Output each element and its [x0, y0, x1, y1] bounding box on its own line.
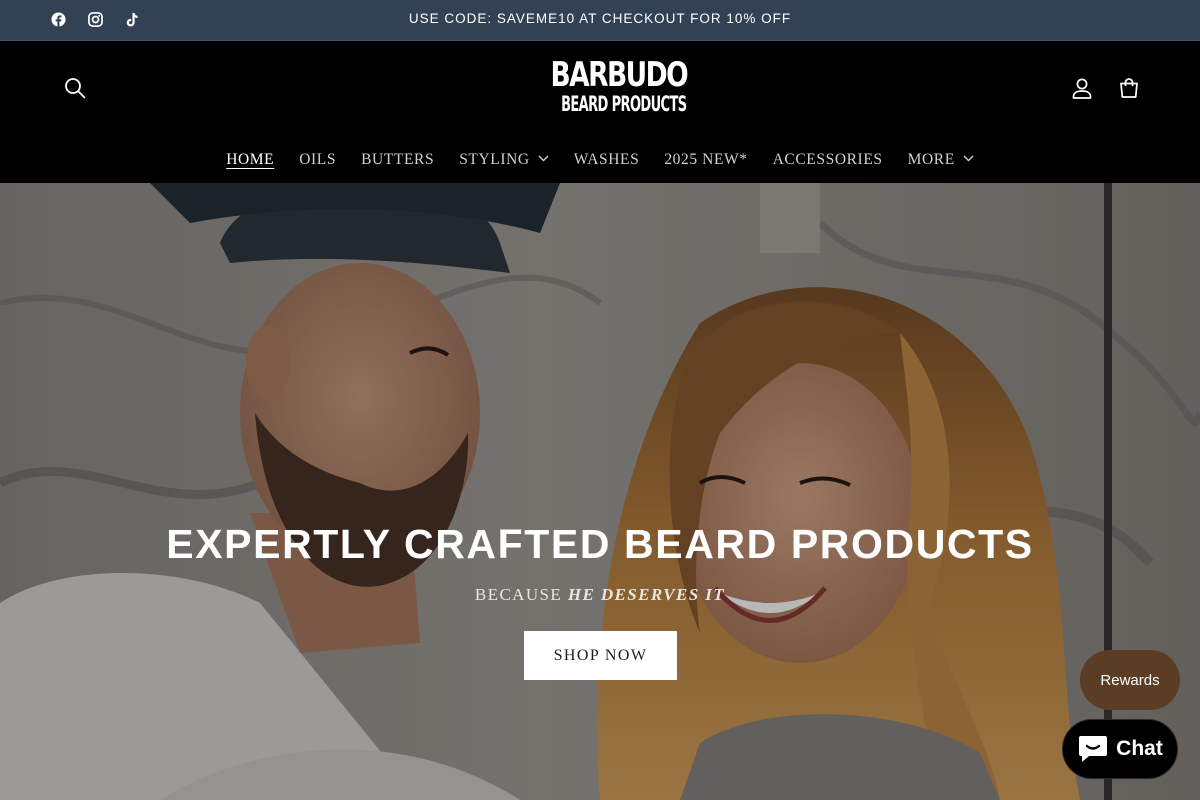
nav-item-washes[interactable]: WASHES — [574, 151, 640, 173]
hero-subtitle: BECAUSE HE DESERVES IT — [0, 585, 1200, 605]
site-header: BARBUDO BEARD PRODUCTS HOME OILS BUTTERS… — [0, 41, 1200, 183]
announcement-bar: USE CODE: SAVEME10 AT CHECKOUT FOR 10% O… — [0, 0, 1200, 41]
search-icon[interactable] — [60, 73, 90, 103]
nav-item-more[interactable]: MORE — [908, 151, 974, 173]
chat-bubble-icon — [1079, 736, 1108, 762]
announcement-text: USE CODE: SAVEME10 AT CHECKOUT FOR 10% O… — [408, 11, 792, 26]
site-logo[interactable]: BARBUDO BEARD PRODUCTS — [536, 55, 689, 122]
shop-now-button[interactable]: SHOP NOW — [524, 631, 677, 680]
logo-tagline: BEARD PRODUCTS — [561, 92, 687, 116]
nav-item-home[interactable]: HOME — [226, 151, 274, 173]
chevron-down-icon — [538, 155, 549, 162]
chat-button[interactable]: Chat — [1062, 719, 1178, 779]
hero-title: EXPERTLY CRAFTED BEARD PRODUCTS — [166, 521, 1034, 567]
nav-item-oils[interactable]: OILS — [299, 151, 336, 173]
logo-wordmark: BARBUDO — [550, 55, 689, 95]
nav-item-styling-label: STYLING — [459, 151, 530, 168]
account-icon[interactable] — [1067, 73, 1097, 103]
hero-overlay — [0, 183, 1200, 800]
nav-item-more-label: MORE — [907, 151, 955, 168]
nav-item-butters[interactable]: BUTTERS — [361, 151, 434, 173]
chevron-down-icon — [963, 155, 974, 162]
nav-item-accessories[interactable]: ACCESSORIES — [773, 151, 883, 173]
cart-icon[interactable] — [1114, 73, 1144, 103]
main-nav: HOME OILS BUTTERS STYLING WASHES 2025 NE… — [0, 151, 1200, 173]
chat-label: Chat — [1116, 737, 1163, 760]
hero-subtitle-plain: BECAUSE — [474, 585, 568, 604]
nav-item-styling[interactable]: STYLING — [459, 151, 549, 173]
nav-item-2025-new[interactable]: 2025 NEW* — [664, 151, 747, 173]
hero-banner: EXPERTLY CRAFTED BEARD PRODUCTS BECAUSE … — [0, 183, 1200, 800]
rewards-button[interactable]: Rewards — [1080, 650, 1180, 710]
hero-subtitle-emphasis: HE DESERVES IT — [567, 585, 726, 604]
